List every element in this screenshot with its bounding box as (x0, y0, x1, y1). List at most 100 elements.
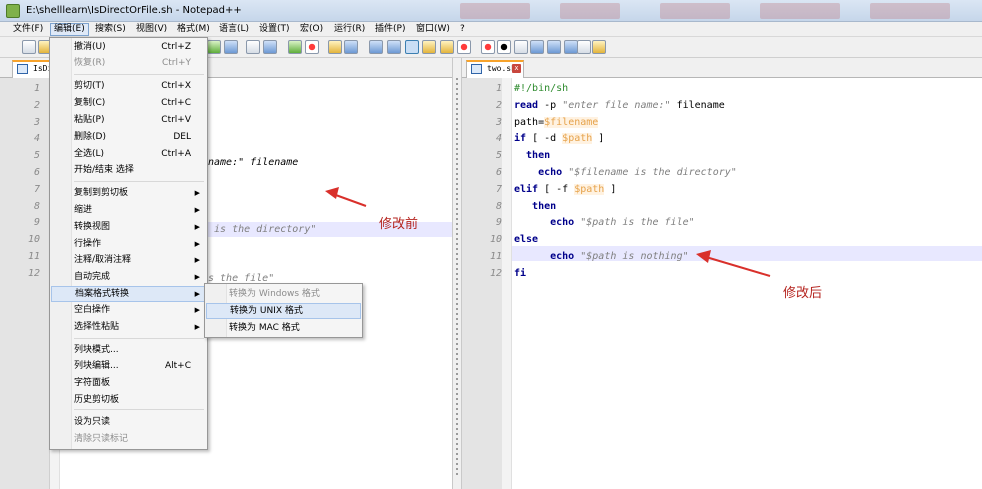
menu-item-label: 注释/取消注释 (74, 255, 132, 265)
edit-menu-item-16[interactable]: 选择性粘贴 ▶ (74, 319, 205, 335)
edit-menu-item-0[interactable]: 撤消(U) Ctrl+Z (74, 39, 205, 55)
menu-item-label: 字符面板 (74, 378, 111, 388)
code-line[interactable]: elif [ -f $path ] (514, 182, 982, 197)
toolbar-button-icon[interactable] (344, 40, 358, 54)
code-token: elif (514, 183, 539, 195)
eol-submenu-item-1[interactable]: 转换为 UNIX 格式 (206, 303, 361, 319)
edit-menu-item-20[interactable]: 历史剪切板 (74, 392, 205, 408)
line-number: 8 (495, 200, 502, 212)
code-token: $filename (544, 116, 599, 128)
toolbar-button-icon[interactable] (514, 40, 528, 54)
toolbar-button-icon[interactable] (22, 40, 36, 54)
menu-item-9[interactable]: 插件(P) (372, 23, 408, 36)
toolbar-button-icon[interactable] (305, 40, 319, 54)
toolbar-button-icon[interactable] (457, 40, 471, 54)
edit-menu-item-10[interactable]: 转换视图 ▶ (74, 219, 205, 235)
edit-menu-item-19[interactable]: 字符面板 (74, 375, 205, 391)
tab-two-sh[interactable]: two.sh x (466, 60, 524, 78)
code-line[interactable]: read -p "enter file name:" filename (514, 98, 982, 113)
toolbar-button-icon[interactable] (577, 40, 591, 54)
tab-close-icon[interactable]: x (512, 64, 521, 73)
edit-menu-item-15[interactable]: 空白操作 ▶ (74, 302, 205, 318)
code-line[interactable]: echo "$filename is the directory" (514, 165, 982, 180)
line-number: 5 (495, 150, 502, 162)
menu-shortcut: Ctrl+C (161, 98, 191, 108)
toolbar-button-icon[interactable] (246, 40, 260, 54)
code-line[interactable]: echo "$path is nothing" (514, 249, 982, 264)
toolbar-button-icon[interactable] (440, 40, 454, 54)
menu-item-7[interactable]: 宏(O) (297, 23, 326, 36)
menu-item-6[interactable]: 设置(T) (256, 23, 293, 36)
toolbar-button-icon[interactable] (592, 40, 606, 54)
menu-item-11[interactable]: ? (457, 23, 468, 36)
splitter-grip (456, 78, 458, 478)
menu-item-0[interactable]: 文件(F) (10, 23, 46, 36)
toolbar-button-icon[interactable] (369, 40, 383, 54)
edit-menu-item-22[interactable]: 清除只读标记 (74, 431, 205, 447)
edit-menu-item-9[interactable]: 缩进 ▶ (74, 202, 205, 218)
toolbar-button-icon[interactable] (224, 40, 238, 54)
file-icon (17, 64, 28, 74)
toolbar-button-icon[interactable] (564, 40, 578, 54)
edit-menu-item-11[interactable]: 行操作 ▶ (74, 236, 205, 252)
code-line[interactable]: then (514, 148, 982, 163)
edit-menu-item-7[interactable]: 开始/结束 选择 (74, 162, 205, 178)
menu-item-2[interactable]: 搜索(S) (92, 23, 129, 36)
toolbar-button-icon[interactable] (328, 40, 342, 54)
edit-menu-item-13[interactable]: 自动完成 ▶ (74, 269, 205, 285)
edit-menu-item-17[interactable]: 列块模式... (74, 342, 205, 358)
toolbar-button-icon[interactable] (547, 40, 561, 54)
code-line[interactable]: then (514, 199, 982, 214)
edit-menu-item-5[interactable]: 删除(D) DEL (74, 129, 205, 145)
eol-submenu-item-0[interactable]: 转换为 Windows 格式 (229, 286, 320, 302)
menu-item-10[interactable]: 窗口(W) (413, 23, 453, 36)
code-line[interactable]: fi (514, 266, 982, 281)
line-number: 12 (27, 267, 40, 279)
line-number: 9 (495, 217, 502, 229)
edit-menu-item-12[interactable]: 注释/取消注释 ▶ (74, 252, 205, 268)
code-line[interactable]: if [ -d $path ] (514, 131, 982, 146)
code-token: then (514, 150, 551, 162)
toolbar-button-icon[interactable] (405, 40, 419, 54)
code-token: "enter file name:" (562, 99, 671, 111)
code-line[interactable]: #!/bin/sh (514, 81, 982, 96)
menu-item-label: 开始/结束 选择 (74, 165, 134, 175)
toolbar-button-icon[interactable] (497, 40, 511, 54)
edit-menu-item-18[interactable]: 列块编辑... Alt+C (74, 358, 205, 374)
code-line[interactable]: else (514, 232, 982, 247)
file-icon (471, 64, 482, 74)
code-token: #!/bin/sh (514, 83, 569, 94)
edit-menu-item-8[interactable]: 复制到剪切板 ▶ (74, 185, 205, 201)
menu-item-3[interactable]: 视图(V) (133, 23, 170, 36)
toolbar-button-icon[interactable] (481, 40, 495, 54)
pane-splitter[interactable] (452, 58, 462, 489)
submenu-arrow-icon: ▶ (194, 273, 200, 281)
line-number: 2 (495, 99, 502, 111)
menu-item-1[interactable]: 编辑(E) (50, 23, 89, 36)
menu-shortcut: Ctrl+A (161, 149, 191, 159)
edit-menu-item-4[interactable]: 粘贴(P) Ctrl+V (74, 112, 205, 128)
toolbar-button-icon[interactable] (422, 40, 436, 54)
edit-menu-item-3[interactable]: 复制(C) Ctrl+C (74, 95, 205, 111)
menu-item-label: 自动完成 (74, 272, 111, 282)
line-number: 11 (27, 251, 40, 262)
edit-menu-item-1[interactable]: 恢复(R) Ctrl+Y (74, 55, 205, 71)
edit-menu-item-2[interactable]: 剪切(T) Ctrl+X (74, 78, 205, 94)
edit-menu-item-6[interactable]: 全选(L) Ctrl+A (74, 146, 205, 162)
menu-item-5[interactable]: 语言(L) (216, 23, 252, 36)
toolbar-button-icon[interactable] (263, 40, 277, 54)
code-line[interactable]: echo "$path is the file" (514, 215, 982, 230)
edit-menu-item-21[interactable]: 设为只读 (74, 414, 205, 430)
toolbar-button-icon[interactable] (387, 40, 401, 54)
notepad-app-icon (6, 4, 20, 18)
submenu-arrow-icon: ▶ (194, 256, 200, 264)
menu-item-4[interactable]: 格式(M) (174, 23, 213, 36)
eol-submenu-item-2[interactable]: 转换为 MAC 格式 (229, 320, 300, 336)
code-fragment-line2[interactable]: name:" filename (208, 155, 452, 170)
toolbar-button-icon[interactable] (288, 40, 302, 54)
edit-menu-item-14[interactable]: 档案格式转换 ▶ (51, 286, 206, 302)
menu-item-8[interactable]: 运行(R) (331, 23, 368, 36)
toolbar-button-icon[interactable] (530, 40, 544, 54)
toolbar-button-icon[interactable] (207, 40, 221, 54)
code-line[interactable]: path=$filename (514, 115, 982, 130)
